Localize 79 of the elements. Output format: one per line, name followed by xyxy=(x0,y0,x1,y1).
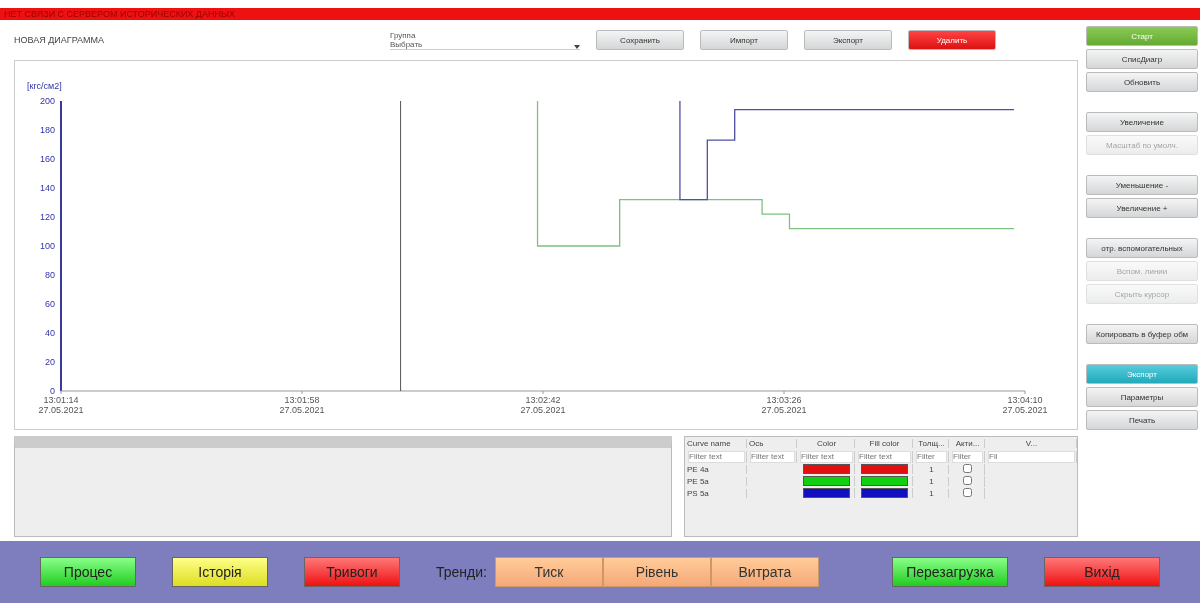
x-tick-label: 13:02:42 xyxy=(525,395,561,405)
column-header[interactable]: Curve name xyxy=(685,439,747,448)
y-tick-label: 160 xyxy=(39,154,55,164)
y-tick-label: 80 xyxy=(45,270,55,280)
filter-field[interactable]: Filter xyxy=(916,450,947,463)
x-tick-date: 27.05.2021 xyxy=(279,405,325,415)
thickness-cell: 1 xyxy=(913,464,949,474)
toolbar-button[interactable]: Экспорт xyxy=(804,30,892,50)
side-button[interactable]: Увеличение xyxy=(1086,112,1198,132)
thickness-cell: 1 xyxy=(913,476,949,486)
x-tick-label: 13:01:14 xyxy=(43,395,79,405)
dropdown-arrow-icon xyxy=(574,44,580,49)
filter-field[interactable]: Fil xyxy=(988,450,1075,463)
x-tick-date: 27.05.2021 xyxy=(520,405,566,415)
filter-field[interactable]: Filter text xyxy=(750,450,795,463)
y-tick-label: 140 xyxy=(39,183,55,193)
active-checkbox[interactable] xyxy=(963,463,972,473)
side-button[interactable]: Печать xyxy=(1086,410,1198,430)
column-header[interactable]: V... xyxy=(985,439,1077,448)
filter-field[interactable]: Filter text xyxy=(858,450,911,463)
trend-tab[interactable]: Рівень xyxy=(602,557,711,587)
side-button[interactable]: Копировать в буфер обм xyxy=(1086,324,1198,344)
side-button[interactable]: Параметры xyxy=(1086,387,1198,407)
curve-name: PE 4a xyxy=(685,464,747,474)
y-tick-label: 0 xyxy=(50,386,55,396)
fill-swatch[interactable] xyxy=(861,488,908,498)
thickness-cell: 1 xyxy=(913,488,949,498)
column-header[interactable]: Ось xyxy=(747,439,797,448)
x-tick-mark xyxy=(60,390,62,395)
x-tick-mark xyxy=(1024,390,1026,395)
side-button[interactable]: Уменьшение - xyxy=(1086,175,1198,195)
color-swatch[interactable] xyxy=(803,488,850,498)
trend-tab[interactable]: Тиск xyxy=(494,557,603,587)
x-tick-date: 27.05.2021 xyxy=(761,405,807,415)
nav-button[interactable]: Процес xyxy=(40,557,136,587)
side-button[interactable]: отр. вспомогательных xyxy=(1086,238,1198,258)
y-tick-label: 60 xyxy=(45,299,55,309)
x-tick-label: 13:04:10 xyxy=(1007,395,1043,405)
active-checkbox[interactable] xyxy=(963,475,972,485)
color-swatch[interactable] xyxy=(803,464,850,474)
trend-tab[interactable]: Витрата xyxy=(710,557,819,587)
filter-field[interactable]: Filter text xyxy=(800,450,853,463)
diagram-title: НОВАЯ ДИАГРАММА xyxy=(14,35,106,45)
y-axis-label: [кгс/см2] xyxy=(27,81,62,91)
y-tick-label: 100 xyxy=(39,241,55,251)
trends-label: Тренди: xyxy=(436,564,487,580)
x-tick-label: 13:01:58 xyxy=(284,395,320,405)
y-tick-label: 200 xyxy=(39,96,55,106)
column-header[interactable]: Color xyxy=(797,439,855,448)
y-tick-label: 180 xyxy=(39,125,55,135)
nav-button[interactable]: Історія xyxy=(172,557,268,587)
group-dropdown[interactable]: Группа Выбрать xyxy=(390,30,580,50)
column-header[interactable]: Fill color xyxy=(855,439,913,448)
side-button[interactable]: Увеличение + xyxy=(1086,198,1198,218)
alert-bar: НЕТ СВЯЗИ С СЕРВЕРОМ ИСТОРИЧЕСКИХ ДАННЫХ xyxy=(0,8,1200,20)
y-tick-label: 20 xyxy=(45,357,55,367)
column-header[interactable]: Акти... xyxy=(949,439,985,448)
x-tick-label: 13:03:26 xyxy=(766,395,802,405)
y-tick-label: 40 xyxy=(45,328,55,338)
nav-button[interactable]: Вихід xyxy=(1044,557,1160,587)
curve-name: PS 5a xyxy=(685,488,747,498)
filter-field[interactable]: Filter text xyxy=(688,450,745,463)
column-header[interactable]: Толщ... xyxy=(913,439,949,448)
color-swatch[interactable] xyxy=(803,476,850,486)
side-button[interactable]: Обновить xyxy=(1086,72,1198,92)
nav-button[interactable]: Перезагрузка xyxy=(892,557,1008,587)
fill-swatch[interactable] xyxy=(861,476,908,486)
side-button[interactable]: СписДиагр xyxy=(1086,49,1198,69)
toolbar-button[interactable]: Сохранить xyxy=(596,30,684,50)
x-tick-date: 27.05.2021 xyxy=(38,405,84,415)
filter-field[interactable]: Filter xyxy=(952,450,983,463)
x-tick-date: 27.05.2021 xyxy=(1002,405,1048,415)
active-checkbox[interactable] xyxy=(963,487,972,497)
toolbar-button[interactable]: Импорт xyxy=(700,30,788,50)
nav-button[interactable]: Тривоги xyxy=(304,557,400,587)
y-tick-label: 120 xyxy=(39,212,55,222)
curve-name: PE 5a xyxy=(685,476,747,486)
toolbar-button[interactable]: Удалить xyxy=(908,30,996,50)
fill-swatch[interactable] xyxy=(861,464,908,474)
